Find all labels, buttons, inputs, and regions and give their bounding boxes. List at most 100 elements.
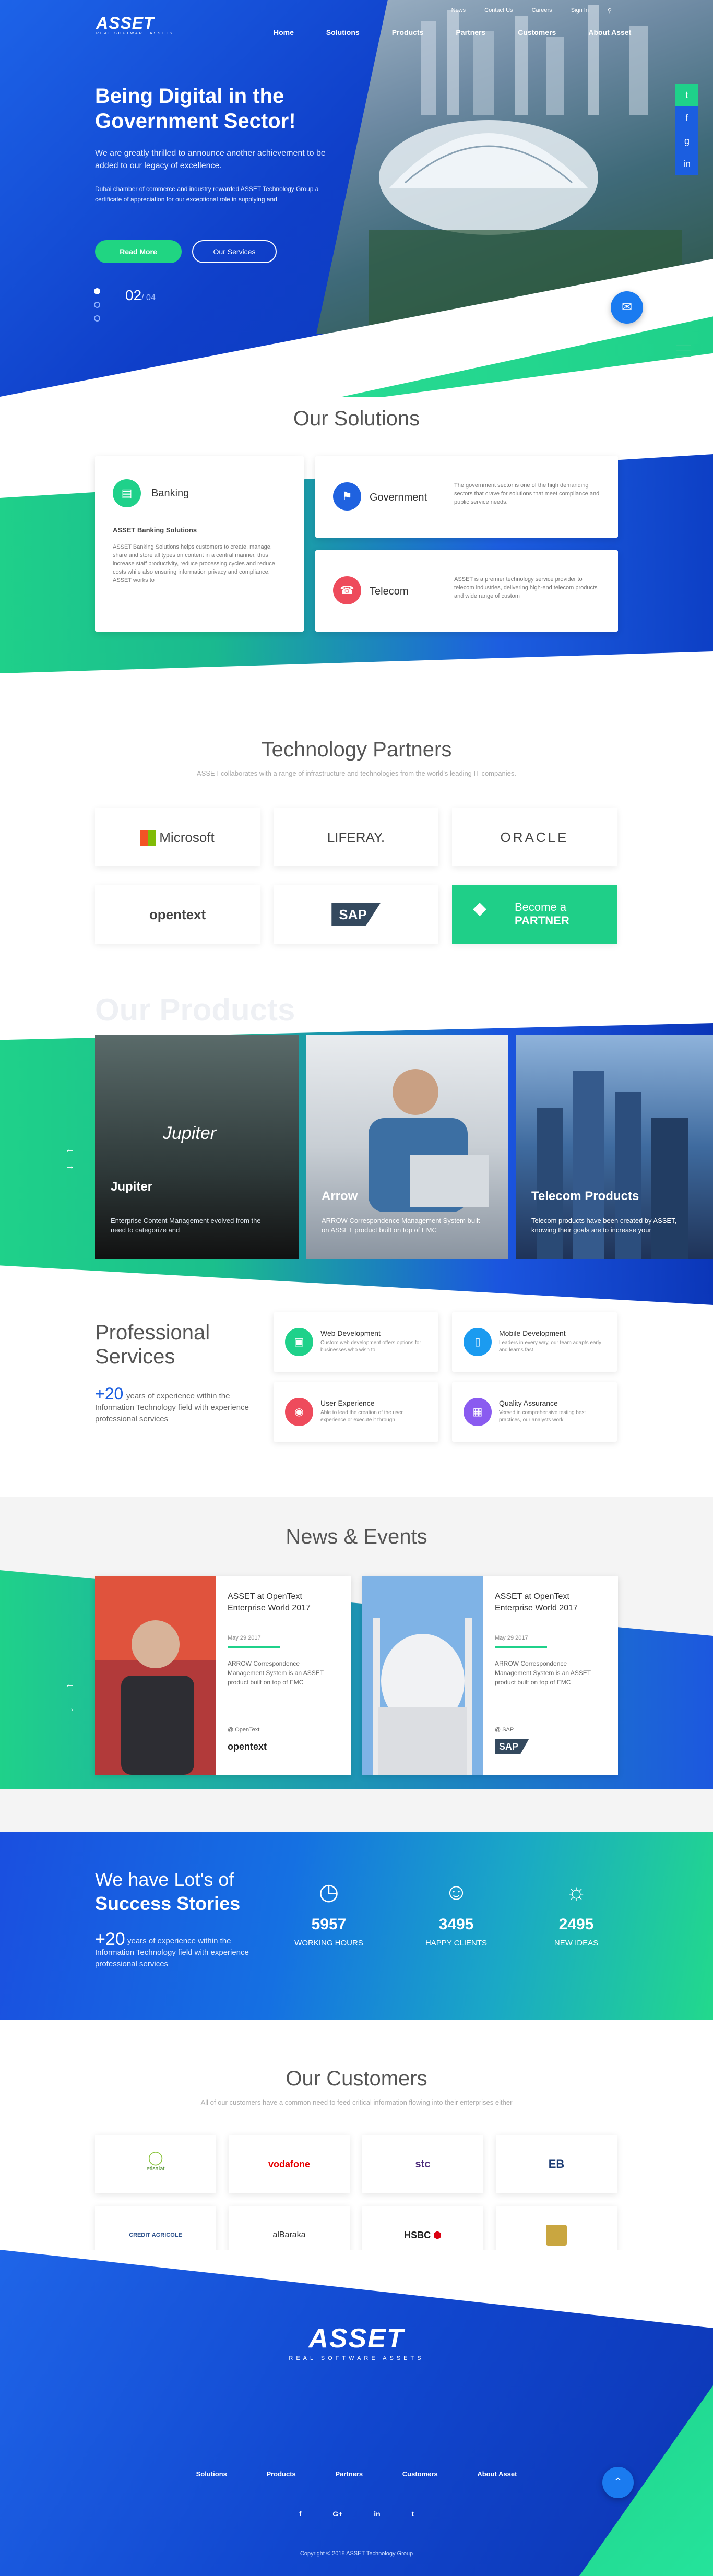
news-next-arrow-icon[interactable]: → [65, 1703, 75, 1715]
banking-card[interactable]: ▤ Banking ASSET Banking Solutions ASSET … [95, 456, 304, 632]
copyright: Copyright © 2018 ASSET Technology Group [300, 2550, 413, 2557]
nav-solutions[interactable]: Solutions [326, 28, 360, 37]
news-title: News & Events [286, 1525, 427, 1548]
stats-years-text: years of experience within the Informati… [95, 1937, 249, 1968]
twitter-icon[interactable]: t [412, 2510, 414, 2518]
scroll-top-icon[interactable]: ⌃ [602, 2467, 634, 2498]
news-card[interactable]: ASSET at OpenText Enterprise World 2017 … [362, 1576, 618, 1775]
top-nav-contact[interactable]: Contact Us [475, 7, 522, 14]
menu-icon[interactable] [676, 345, 691, 360]
news-tag: @ OpenText [228, 1727, 260, 1733]
nav-customers[interactable]: Customers [518, 28, 556, 37]
footer-logo[interactable]: ASSET REAL SOFTWARE ASSETS [0, 2323, 713, 2361]
customer-name: etisalat [146, 2166, 165, 2172]
stats-line2: Success Stories [95, 1893, 241, 1914]
government-card[interactable]: ⚑ Government The government sector is on… [315, 456, 618, 538]
handshake-icon: ◆ [473, 898, 487, 918]
government-description: The government sector is one of the high… [454, 482, 600, 505]
stat-label: HAPPY CLIENTS [425, 1939, 488, 1948]
product-description: Telecom products have been created by AS… [531, 1217, 677, 1234]
read-more-button[interactable]: Read More [95, 240, 182, 263]
partner-label: PARTNER [515, 914, 569, 927]
news-prev-arrow-icon[interactable]: ← [65, 1679, 75, 1691]
linkedin-icon[interactable]: in [374, 2510, 380, 2518]
nav-products[interactable]: Products [392, 28, 424, 37]
stat-happy-clients: ☺ 3495 HAPPY CLIENTS [409, 1879, 503, 1948]
brand-tagline: REAL SOFTWARE ASSETS [96, 32, 174, 35]
service-description: Leaders in every way, our team adapts ea… [499, 1340, 602, 1353]
facebook-icon[interactable]: f [675, 106, 698, 129]
product-name: Arrow [322, 1189, 358, 1203]
footer-link-products[interactable]: Products [266, 2470, 295, 2478]
twitter-icon[interactable]: t [675, 84, 698, 106]
product-card-telecom[interactable]: Telecom Products Telecom products have b… [516, 1035, 713, 1259]
telecom-card[interactable]: ☎ Telecom ASSET is a premier technology … [315, 550, 618, 632]
slider-dots [94, 288, 100, 329]
google-plus-icon[interactable]: G+ [332, 2510, 342, 2518]
product-card-jupiter[interactable]: Jupiter Jupiter Enterprise Content Manag… [95, 1035, 299, 1259]
services-title-line2: Services [95, 1345, 175, 1368]
service-quality-assurance[interactable]: ▦ Quality Assurance Versed in comprehens… [452, 1382, 617, 1442]
brand-logo[interactable]: ASSET REAL SOFTWARE ASSETS [96, 14, 174, 35]
services-title: Professional Services [95, 1321, 210, 1369]
nav-home[interactable]: Home [274, 28, 294, 37]
products-next-arrow-icon[interactable]: → [65, 1159, 75, 1173]
google-plus-icon[interactable]: g [675, 129, 698, 152]
top-nav-news[interactable]: News [442, 7, 476, 14]
footer-link-about[interactable]: About Asset [477, 2470, 517, 2478]
stat-new-ideas: ☼ 2495 NEW IDEAS [529, 1879, 623, 1948]
footer-link-solutions[interactable]: Solutions [196, 2470, 227, 2478]
top-nav-careers[interactable]: Careers [522, 7, 562, 14]
news-description: ARROW Correspondence Management System i… [228, 1660, 324, 1686]
customer-stc[interactable]: stc [362, 2135, 483, 2193]
customer-name: CREDIT AGRICOLE [129, 2232, 182, 2238]
partner-microsoft[interactable]: Microsoft [95, 808, 260, 866]
service-mobile-development[interactable]: ▯ Mobile Development Leaders in every wa… [452, 1312, 617, 1372]
social-sidebar: t f g in [675, 84, 698, 175]
customer-etisalat[interactable]: ◯ etisalat [95, 2135, 216, 2193]
hero-description: Dubai chamber of commerce and industry r… [95, 185, 319, 203]
slider-dot[interactable] [94, 288, 100, 294]
partner-opentext[interactable]: opentext [95, 885, 260, 944]
our-services-button[interactable]: Our Services [192, 240, 277, 263]
top-nav-signin[interactable]: Sign In [562, 7, 598, 14]
service-web-development[interactable]: ▣ Web Development Custom web development… [274, 1312, 438, 1372]
linkedin-icon[interactable]: in [675, 152, 698, 175]
news-description: ARROW Correspondence Management System i… [495, 1660, 591, 1686]
customer-vodafone[interactable]: vodafone [229, 2135, 350, 2193]
service-title: User Experience [320, 1399, 375, 1407]
service-user-experience[interactable]: ◉ User Experience Able to lead the creat… [274, 1382, 438, 1442]
search-icon[interactable]: ⚲ [598, 7, 621, 14]
customers-title: Our Customers [286, 2067, 427, 2090]
service-description: Able to lead the creation of the user ex… [320, 1410, 403, 1423]
partner-oracle[interactable]: ORACLE [452, 808, 617, 866]
footer-brand-name: ASSET [308, 2323, 405, 2354]
news-card[interactable]: ASSET at OpenText Enterprise World 2017 … [95, 1576, 351, 1775]
customers-subtitle: All of our customers have a common need … [200, 2098, 513, 2106]
partner-name: SAP [331, 903, 381, 926]
partner-liferay[interactable]: LIFERAY. [274, 808, 438, 866]
become-partner-button[interactable]: ◆ Become a PARTNER [452, 885, 617, 944]
partners-subtitle: ASSET collaborates with a range of infra… [197, 769, 516, 777]
slider-dot[interactable] [94, 315, 100, 322]
chat-icon[interactable]: ✉ [611, 291, 643, 324]
hero-section: ASSET REAL SOFTWARE ASSETS News Contact … [0, 0, 713, 397]
footer-link-customers[interactable]: Customers [402, 2470, 438, 2478]
eye-icon: ◉ [285, 1398, 313, 1426]
clock-icon: ◷ [318, 1879, 339, 1905]
government-name: Government [370, 492, 427, 503]
products-prev-arrow-icon[interactable]: ← [65, 1142, 75, 1157]
nav-about[interactable]: About Asset [588, 28, 631, 37]
footer-brand-tagline: REAL SOFTWARE ASSETS [289, 2355, 424, 2361]
footer-link-partners[interactable]: Partners [335, 2470, 363, 2478]
product-card-arrow[interactable]: Arrow ARROW Correspondence Management Sy… [306, 1035, 508, 1259]
slider-dot[interactable] [94, 302, 100, 308]
partner-sap[interactable]: SAP [274, 885, 438, 944]
top-nav: News Contact Us Careers Sign In ⚲ [442, 7, 621, 14]
customer-eb[interactable]: EB [496, 2135, 617, 2193]
customer-name: stc [415, 2158, 431, 2170]
nav-partners[interactable]: Partners [456, 28, 485, 37]
stat-value: 3495 [438, 1916, 474, 1933]
facebook-icon[interactable]: f [299, 2510, 302, 2518]
partners-title: Technology Partners [261, 738, 452, 761]
